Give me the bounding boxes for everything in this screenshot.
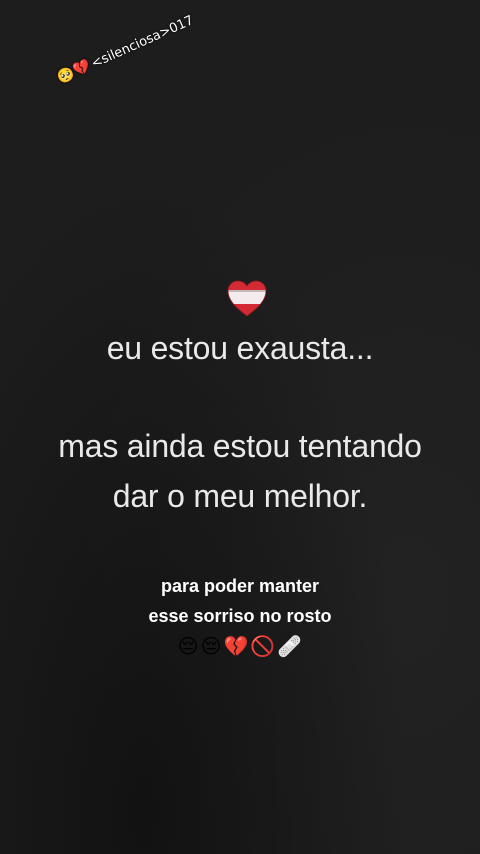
caption-line-2: esse sorriso no rosto bbox=[148, 606, 332, 626]
headline-line-2: mas ainda estou tentando bbox=[58, 428, 422, 464]
heart-icon bbox=[227, 280, 267, 317]
caption-emoji-row: 😔 😔 💔 🚫 🩹 bbox=[0, 634, 480, 658]
caption-line-1: para poder manter bbox=[160, 576, 320, 596]
prohibited-icon: 🚫 bbox=[250, 634, 276, 658]
headline-line-1: eu estou exausta... bbox=[106, 330, 374, 366]
pensive-face-icon: 😔 bbox=[177, 634, 199, 658]
headline-line-3: dar o meu melhor. bbox=[112, 478, 368, 514]
broken-heart-icon: 💔 bbox=[223, 634, 249, 658]
background bbox=[0, 0, 480, 854]
pensive-face-icon: 😔 bbox=[200, 634, 222, 658]
bandage-icon: 🩹 bbox=[277, 634, 303, 658]
